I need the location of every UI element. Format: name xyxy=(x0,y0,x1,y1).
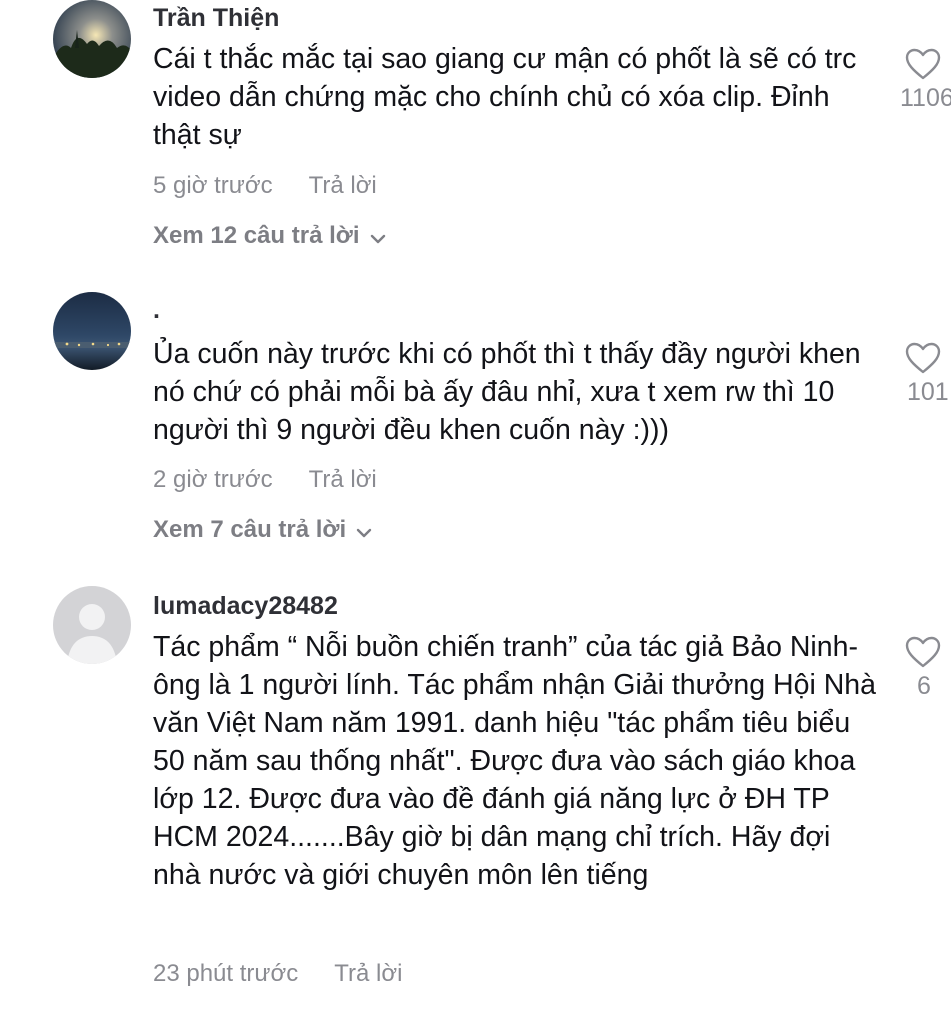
avatar[interactable] xyxy=(53,586,131,664)
like-control[interactable]: 101 xyxy=(905,342,951,406)
heart-icon[interactable] xyxy=(905,636,941,668)
avatar[interactable] xyxy=(53,0,131,78)
comment-meta: 2 giờ trước Trả lời xyxy=(153,466,377,494)
heart-icon[interactable] xyxy=(905,342,941,374)
reply-button[interactable]: Trả lời xyxy=(309,466,377,493)
reply-button[interactable]: Trả lời xyxy=(309,172,377,199)
comment-meta: 5 giờ trước Trả lời xyxy=(153,172,377,200)
comment-username[interactable]: lumadacy28482 xyxy=(153,592,338,621)
comment-timestamp: 5 giờ trước xyxy=(153,172,273,199)
comment-username[interactable]: Trần Thiện xyxy=(153,4,279,33)
view-replies-label: Xem 12 câu trả lời xyxy=(153,222,360,249)
like-count: 6 xyxy=(917,672,931,700)
like-count: 1106 xyxy=(900,84,951,112)
heart-icon[interactable] xyxy=(905,48,941,80)
comment-timestamp: 23 phút trước xyxy=(153,960,299,987)
comment-text: Ủa cuốn này trước khi có phốt thì t thấy… xyxy=(153,338,861,446)
like-control[interactable]: 6 xyxy=(905,636,951,700)
comment-text: Cái t thắc mắc tại sao giang cư mận có p… xyxy=(153,43,857,151)
view-replies-button[interactable]: Xem 12 câu trả lời xyxy=(153,222,386,251)
chevron-down-icon xyxy=(356,517,372,545)
like-control[interactable]: 1106 xyxy=(900,48,951,112)
chevron-down-icon xyxy=(370,223,386,251)
comment-meta: 23 phút trước Trả lời xyxy=(153,960,402,988)
reply-button[interactable]: Trả lời xyxy=(334,960,402,987)
comment-username[interactable]: . xyxy=(153,296,160,325)
comment-text: Tác phẩm “ Nỗi buồn chiến tranh” của tác… xyxy=(153,631,877,891)
like-count: 101 xyxy=(907,378,949,406)
avatar[interactable] xyxy=(53,292,131,370)
view-replies-label: Xem 7 câu trả lời xyxy=(153,516,347,543)
view-replies-button[interactable]: Xem 7 câu trả lời xyxy=(153,516,372,545)
comment-timestamp: 2 giờ trước xyxy=(153,466,273,493)
